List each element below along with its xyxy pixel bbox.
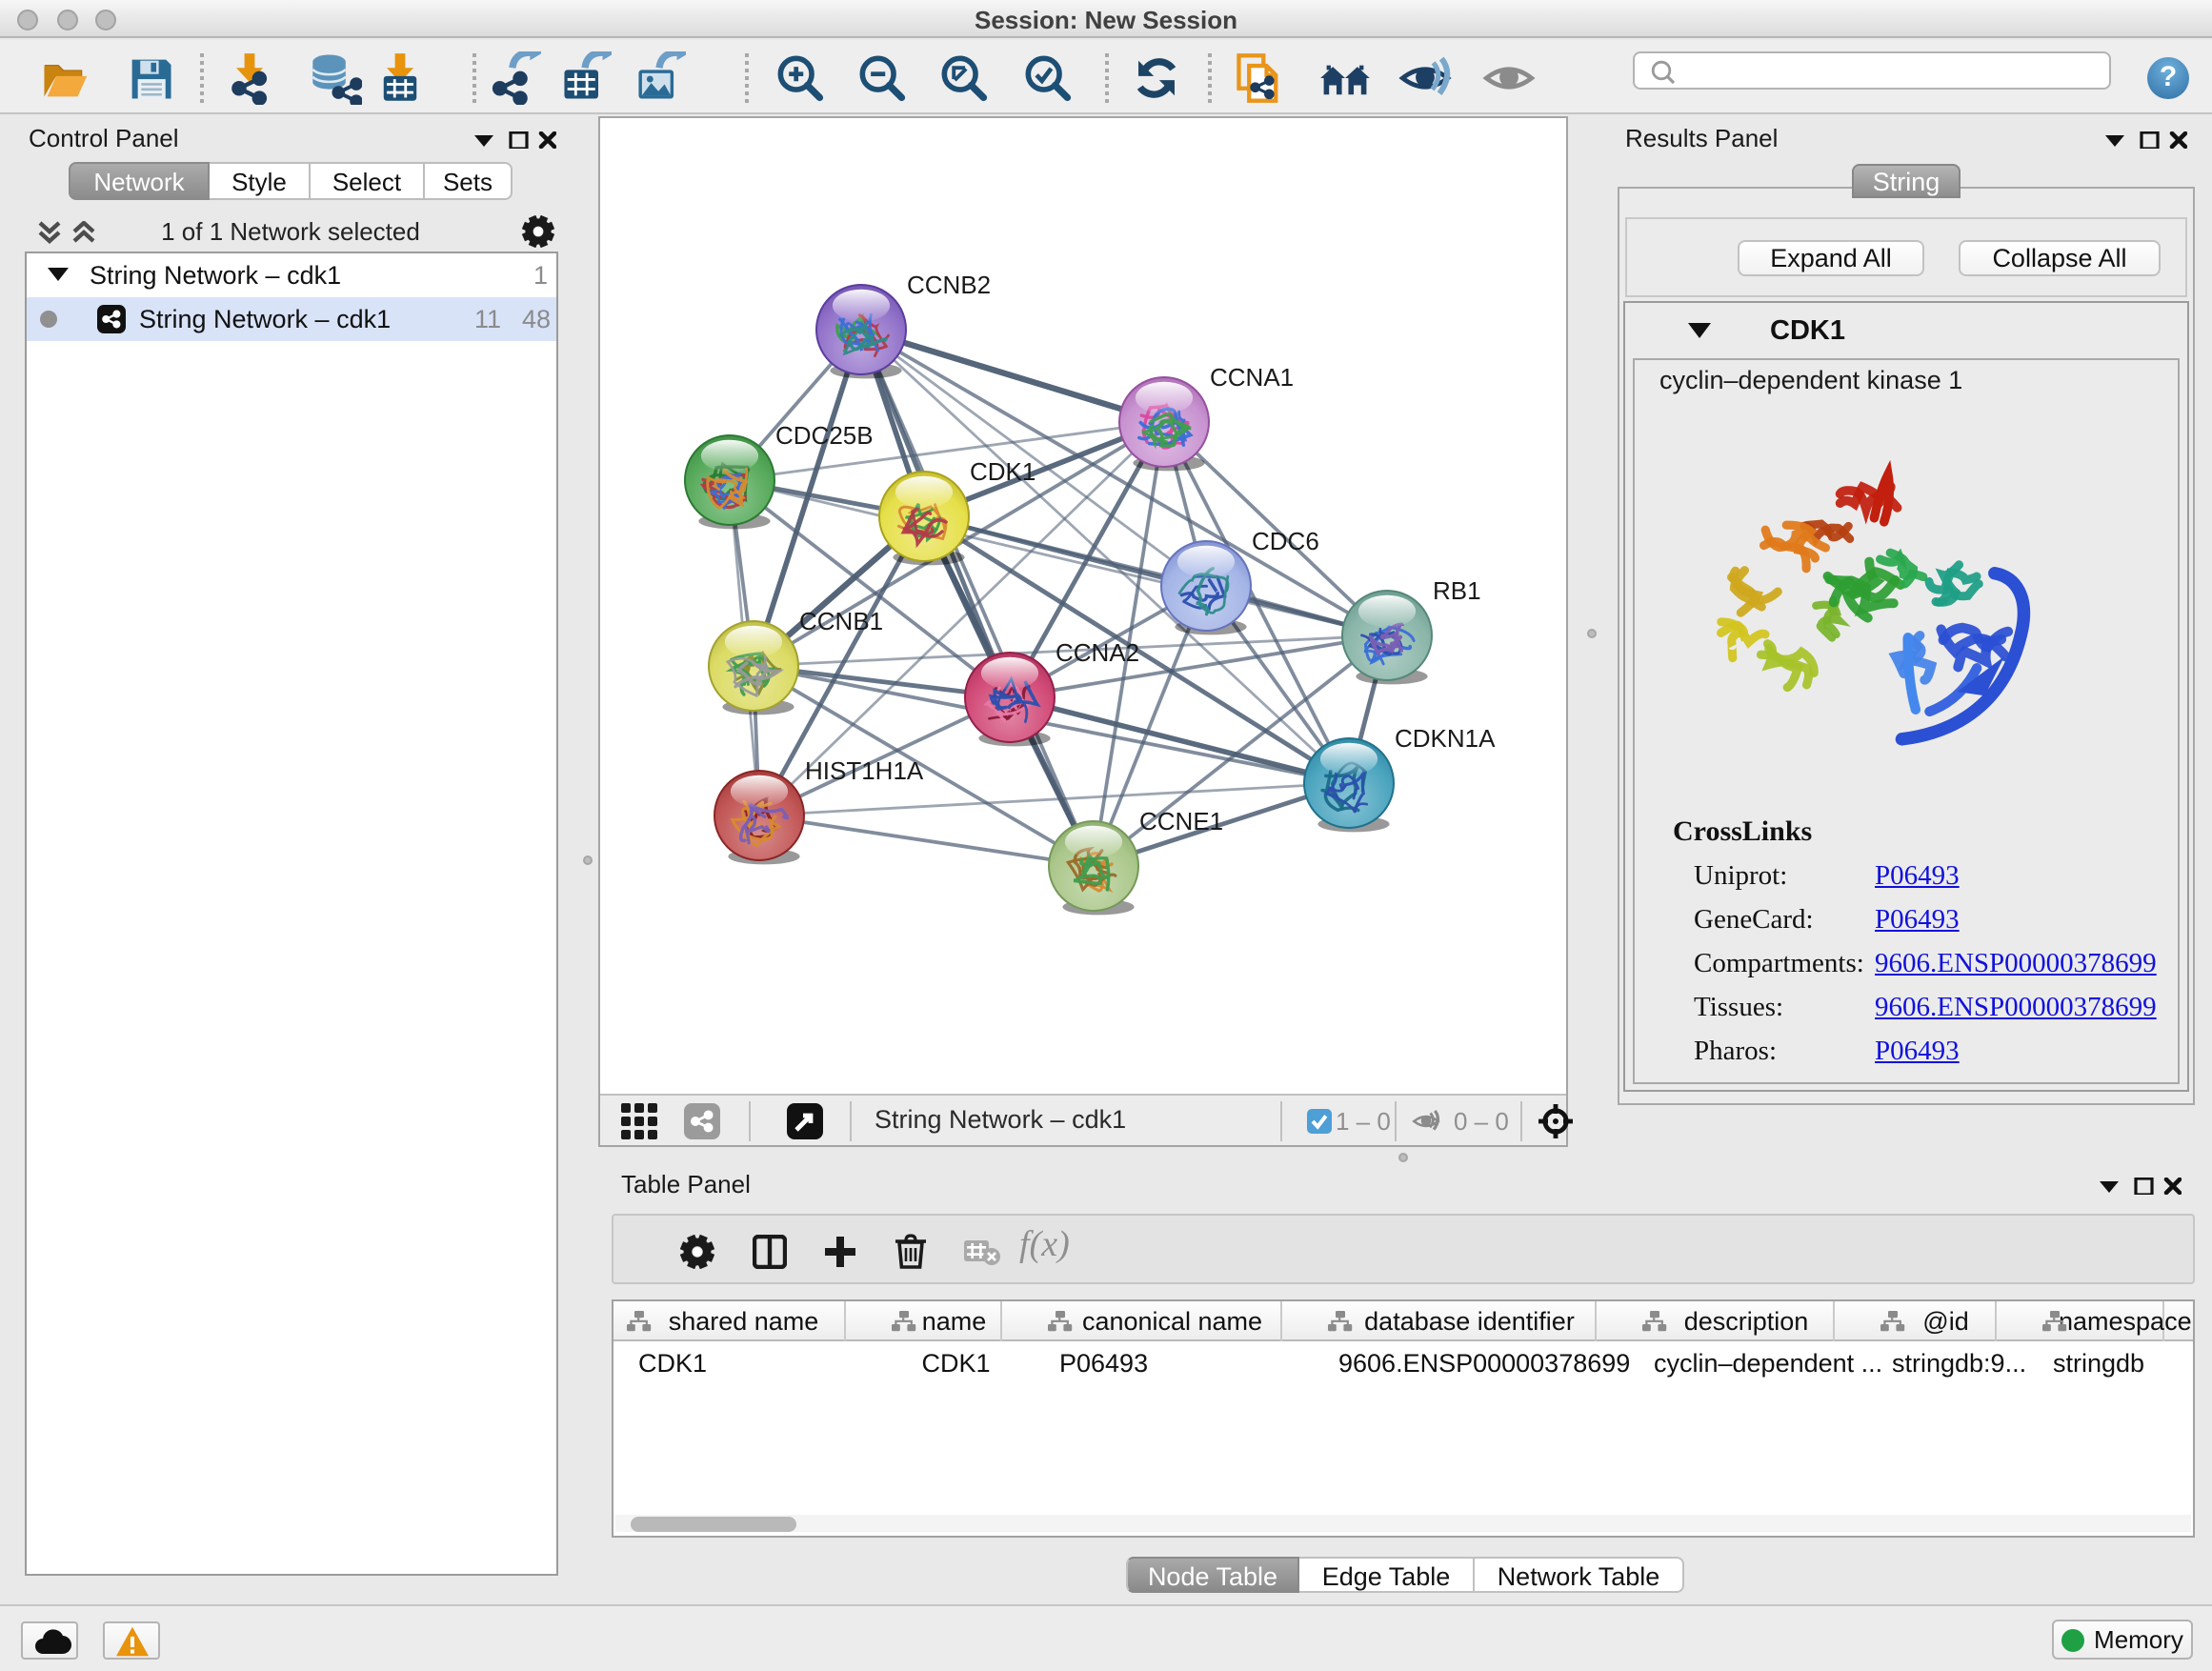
svg-text:CDKN1A: CDKN1A xyxy=(1395,724,1496,753)
svg-text:CDC6: CDC6 xyxy=(1252,527,1319,555)
svg-text:HIST1H1A: HIST1H1A xyxy=(805,756,924,785)
svg-text:CCNA2: CCNA2 xyxy=(1056,638,1139,667)
svg-text:CCNB1: CCNB1 xyxy=(799,607,883,635)
svg-text:CDK1: CDK1 xyxy=(970,457,1036,486)
svg-text:CCNE1: CCNE1 xyxy=(1139,807,1223,836)
svg-text:RB1: RB1 xyxy=(1433,576,1481,605)
svg-text:CDC25B: CDC25B xyxy=(775,421,874,450)
svg-text:CCNA1: CCNA1 xyxy=(1210,363,1294,392)
svg-text:CCNB2: CCNB2 xyxy=(907,271,991,299)
